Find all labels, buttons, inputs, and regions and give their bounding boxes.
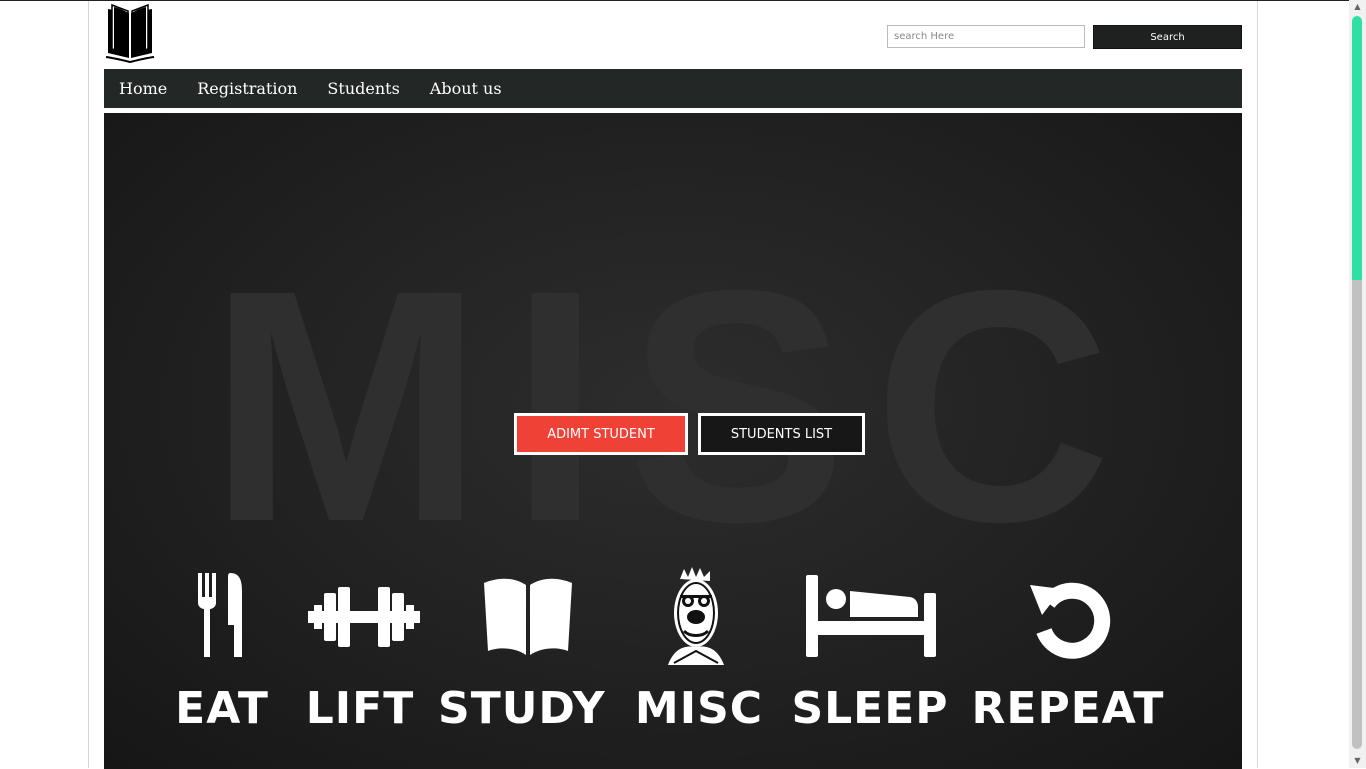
admit-student-button[interactable]: ADIMT STUDENT [514,413,688,455]
activity-label-eat: EAT [175,683,269,734]
scroll-down-arrow-icon[interactable]: ▼ [1349,754,1366,768]
search-input[interactable] [887,25,1085,48]
nav-home[interactable]: Home [119,69,167,108]
bed-icon [806,575,936,657]
nav-registration[interactable]: Registration [197,69,297,108]
activity-label-repeat: REPEAT [971,683,1165,734]
scroll-up-arrow-icon[interactable]: ▲ [1349,0,1366,14]
activity-label-study: STUDY [438,683,606,734]
nav-about-us[interactable]: About us [430,69,502,108]
activity-label-sleep: SLEEP [791,683,949,734]
nav-students[interactable]: Students [327,69,399,108]
scroll-thumb[interactable] [1352,16,1362,749]
activity-label-misc: MISC [634,683,764,734]
hero-banner: MISC ADIMT STUDENT STUDENTS LIST EAT LIF… [104,113,1242,769]
activity-label-lift: LIFT [305,683,415,734]
page-container: Search Home Registration Students About … [88,1,1258,769]
repeat-arrow-icon [1030,582,1111,659]
barbell-icon [308,587,420,647]
open-book-icon [484,578,572,655]
book-logo-icon[interactable] [104,3,156,63]
fork-knife-icon [198,573,242,657]
page-scrollbar[interactable]: ▲ ▼ [1349,0,1366,768]
main-nav: Home Registration Students About us [104,69,1242,108]
hero-background-word: MISC [208,221,1138,590]
muppet-face-icon [668,567,724,665]
students-list-button[interactable]: STUDENTS LIST [698,413,865,455]
search-button[interactable]: Search [1093,25,1242,49]
